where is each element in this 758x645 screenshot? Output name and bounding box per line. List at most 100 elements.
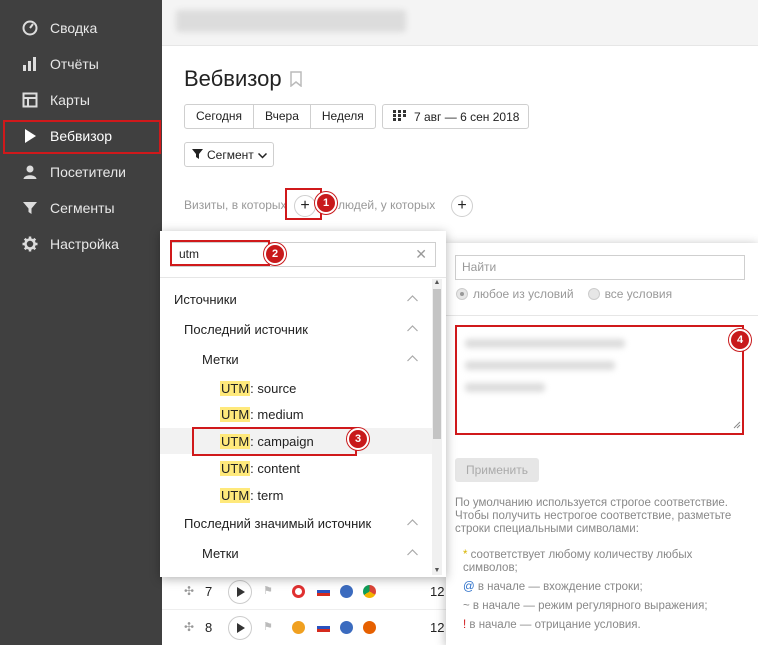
highlight-frame-search: [170, 240, 270, 266]
period-yesterday-button[interactable]: Вчера: [254, 105, 311, 128]
sidebar-item-label: Сводка: [50, 20, 98, 36]
row-number: 7: [205, 584, 213, 599]
sidebar-item-label: Карты: [50, 92, 90, 108]
divider: [446, 315, 758, 316]
rule-negation: ! в начале — отрицание условия.: [463, 619, 748, 632]
condition-values-panel: Найти любое из условий все условия Приме…: [446, 243, 758, 645]
values-textarea[interactable]: [455, 325, 744, 435]
tree-label: Источники: [174, 291, 237, 307]
flag-icon[interactable]: ⚑: [263, 584, 273, 597]
tree-group-last-significant-source[interactable]: Последний значимый источник: [160, 510, 432, 536]
close-icon[interactable]: ✕: [415, 243, 427, 266]
attribute-dropdown: utm ✕ Источники Последний источник Метки…: [160, 231, 446, 577]
tree-group-tags-2[interactable]: Метки: [160, 540, 432, 566]
step-badge-4: 4: [729, 329, 751, 351]
blurred-site-name: [176, 10, 406, 32]
divider: [160, 277, 446, 278]
sidebar-item-label: Сегменты: [50, 200, 115, 216]
rule-text: соответствует любому количеству любых си…: [463, 549, 693, 574]
scroll-up-icon[interactable]: ▲: [433, 279, 441, 287]
sidebar: Сводка Отчёты Карты Вебвизор Посетители …: [0, 0, 162, 645]
utm-highlight: UTM: [220, 487, 251, 503]
highlight-frame-campaign: [192, 427, 357, 456]
pin-icon[interactable]: ✣: [184, 584, 194, 598]
sidebar-item-maps[interactable]: Карты: [0, 82, 162, 118]
tree-label: Последний источник: [184, 321, 308, 337]
step-badge-2: 2: [264, 243, 286, 265]
period-today-button[interactable]: Сегодня: [185, 105, 254, 128]
sidebar-item-label: Отчёты: [50, 56, 99, 72]
sidebar-item-label: Настройка: [50, 236, 119, 252]
sidebar-item-label: Посетители: [50, 164, 126, 180]
pin-icon[interactable]: ✣: [184, 620, 194, 634]
resize-handle-icon[interactable]: [733, 417, 741, 432]
find-input[interactable]: Найти: [455, 255, 745, 280]
tree-group-last-source[interactable]: Последний источник: [160, 316, 432, 342]
date-range-button[interactable]: 7 авг — 6 сен 2018: [382, 104, 529, 129]
tree-group-sources[interactable]: Источники: [160, 286, 432, 312]
scroll-down-icon[interactable]: ▼: [433, 567, 441, 575]
tree-item-utm-content[interactable]: UTM: content: [160, 455, 432, 481]
utm-highlight: UTM: [220, 406, 251, 422]
scrollbar[interactable]: ▲ ▼: [432, 279, 442, 575]
date-range-label: 7 авг — 6 сен 2018: [414, 109, 520, 124]
chevron-up-icon[interactable]: [407, 517, 418, 529]
scroll-thumb[interactable]: [433, 289, 441, 439]
step-badge-3: 3: [347, 428, 369, 450]
period-week-button[interactable]: Неделя: [311, 105, 375, 128]
os-icon: [340, 585, 353, 598]
country-flag-icon: [317, 623, 330, 632]
bookmark-icon[interactable]: [290, 71, 302, 90]
radio-any[interactable]: [456, 288, 468, 300]
add-people-condition-button[interactable]: +: [451, 195, 473, 217]
flag-icon[interactable]: ⚑: [263, 620, 273, 633]
sidebar-item-reports[interactable]: Отчёты: [0, 46, 162, 82]
os-icon: [340, 621, 353, 634]
sidebar-item-segments[interactable]: Сегменты: [0, 190, 162, 226]
step-badge-1: 1: [315, 192, 337, 214]
country-flag-icon: [317, 587, 330, 596]
play-icon[interactable]: [228, 580, 252, 604]
tree-label: Последний значимый источник: [184, 515, 372, 531]
play-icon[interactable]: [228, 616, 252, 640]
chevron-up-icon[interactable]: [407, 547, 418, 559]
funnel-icon: [192, 148, 203, 162]
browser-icon: [363, 585, 376, 598]
highlight-frame-webvisor: [3, 120, 161, 154]
chevron-down-icon: [257, 148, 267, 162]
tree-label: : content: [250, 460, 301, 476]
chevron-up-icon[interactable]: [407, 293, 418, 305]
top-header: [162, 0, 758, 46]
sidebar-item-summary[interactable]: Сводка: [0, 10, 162, 46]
tree-label: Метки: [202, 351, 239, 367]
apply-button[interactable]: Применить: [455, 458, 539, 482]
blurred-value: [465, 383, 545, 392]
bar-chart-icon: [22, 56, 38, 72]
sidebar-item-settings[interactable]: Настройка: [0, 226, 162, 262]
period-selector: Сегодня Вчера Неделя: [184, 104, 376, 129]
help-text: По умолчанию используется строгое соотве…: [455, 497, 732, 535]
radio-any-label: любое из условий: [473, 287, 574, 301]
browser-icon: [363, 621, 376, 634]
rule-text: в начале — вхождение строки;: [474, 581, 643, 593]
search-engine-icon: [292, 585, 305, 598]
radio-all[interactable]: [587, 288, 600, 300]
visits-filter-label: Визиты, в которых: [184, 198, 287, 212]
tree-item-utm-term[interactable]: UTM: term: [160, 482, 432, 508]
chevron-up-icon[interactable]: [407, 323, 418, 335]
tree-item-utm-source[interactable]: UTM: source: [160, 375, 432, 401]
rule-regex: ~ в начале — режим регулярного выражения…: [463, 600, 748, 613]
tree-group-tags[interactable]: Метки: [160, 346, 432, 372]
sidebar-item-visitors[interactable]: Посетители: [0, 154, 162, 190]
row-number: 8: [205, 620, 213, 635]
tree-item-utm-medium[interactable]: UTM: medium: [160, 401, 432, 427]
row-value: 12: [430, 620, 445, 635]
chevron-up-icon[interactable]: [407, 353, 418, 365]
page-title: Вебвизор: [184, 66, 282, 91]
rule-wildcard: * соответствует любому количеству любых …: [463, 549, 748, 575]
rule-contains: @ в начале — вхождение строки;: [463, 581, 748, 594]
map-layout-icon: [22, 92, 38, 108]
segment-label: Сегмент: [207, 147, 254, 162]
funnel-icon: [22, 200, 38, 216]
segment-button[interactable]: Сегмент: [184, 142, 274, 167]
